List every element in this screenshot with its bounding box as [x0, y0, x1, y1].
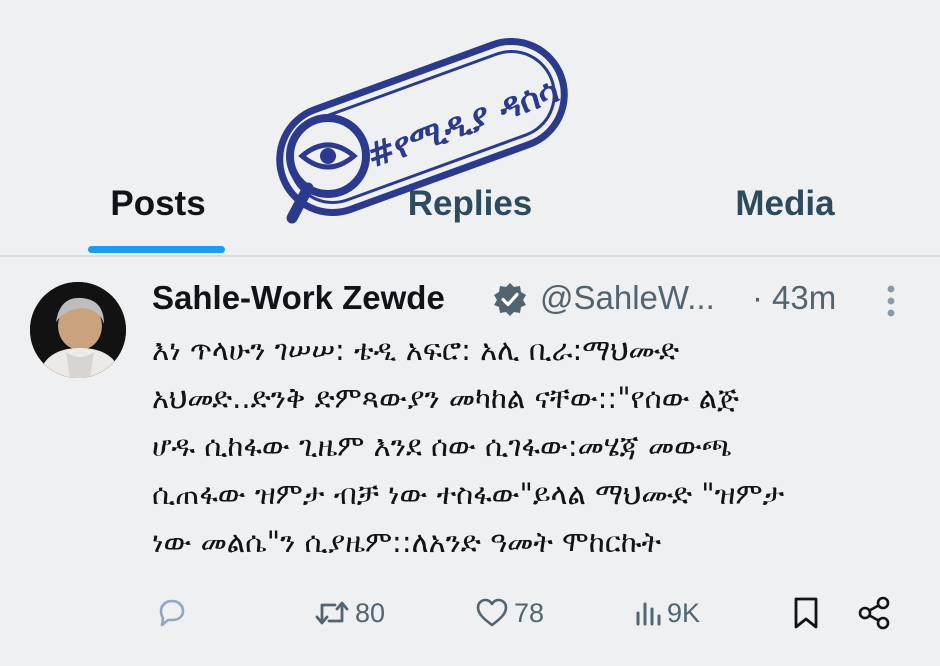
more-options-icon[interactable] [877, 284, 905, 318]
views-button[interactable]: 9K [633, 590, 700, 636]
author-name[interactable]: Sahle-Work Zewde [152, 276, 445, 320]
tabs-divider [0, 255, 940, 257]
tab-posts[interactable]: Posts [88, 182, 228, 226]
avatar[interactable] [30, 282, 126, 378]
post-text: እነ ጥላሁን ገሠሠ: ቴዲ አፍሮ: አሊ ቢራ:ማህሙድ አህመድ..ድን… [152, 333, 785, 559]
like-count: 78 [514, 597, 545, 628]
author-handle[interactable]: @SahleW... [540, 276, 715, 320]
heart-icon [476, 598, 508, 627]
share-icon [858, 596, 890, 630]
views-count: 9K [667, 597, 701, 628]
analytics-icon [636, 602, 661, 626]
active-tab-indicator [88, 246, 225, 253]
repost-icon [315, 601, 349, 625]
reply-button[interactable] [155, 590, 193, 636]
post-time[interactable]: 43m [772, 276, 836, 320]
bookmark-icon [794, 597, 818, 629]
reply-icon [159, 599, 185, 627]
bookmark-button[interactable] [790, 590, 822, 636]
stamp-text: #የሚዲያ ዳሰሳ [361, 70, 564, 176]
like-button[interactable]: 78 [474, 590, 544, 636]
repost-button[interactable]: 80 [313, 590, 385, 636]
post-actions: 80 78 9K [0, 590, 940, 636]
media-review-stamp: #የሚዲያ ዳሰሳ [262, 22, 582, 232]
tab-media[interactable]: Media [705, 182, 865, 226]
repost-count: 80 [355, 597, 386, 628]
meta-separator: · [752, 279, 763, 316]
share-button[interactable] [856, 590, 892, 636]
verified-badge-icon [494, 283, 526, 316]
